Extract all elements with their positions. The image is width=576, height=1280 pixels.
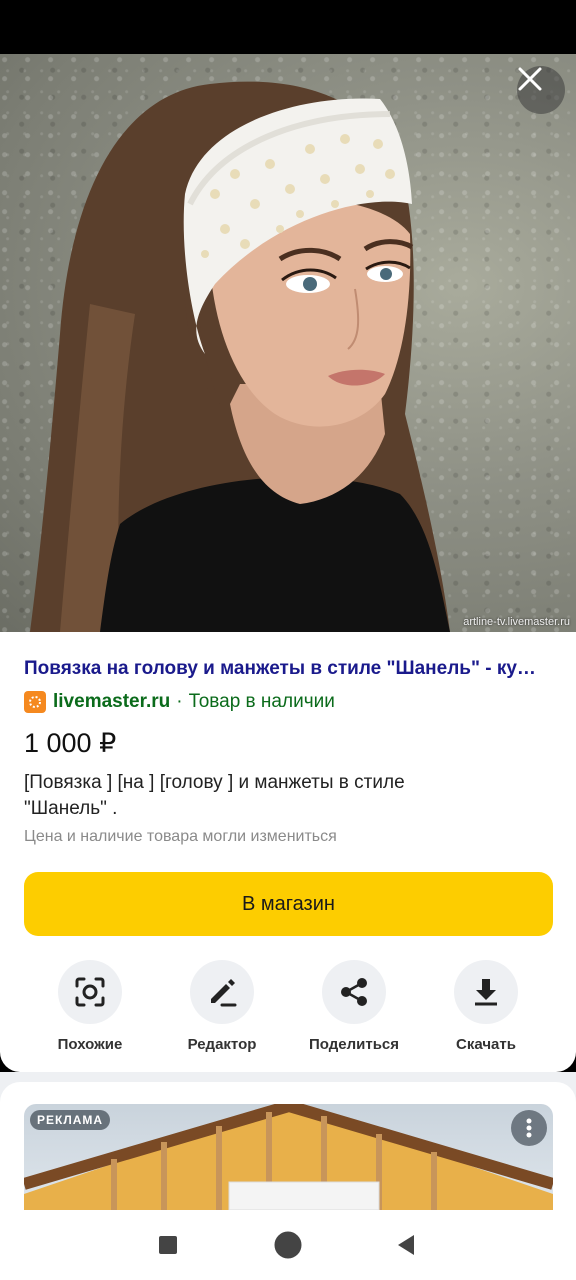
more-vertical-icon	[526, 1118, 532, 1138]
description-line: "Шанель" .	[24, 798, 118, 819]
similar-button[interactable]	[58, 960, 122, 1024]
circle-home-icon	[274, 1231, 302, 1259]
source-domain[interactable]: livemaster.ru	[53, 691, 170, 713]
woman-with-headband-illustration	[30, 81, 450, 632]
download-label: Скачать	[456, 1036, 516, 1053]
source-row[interactable]: livemaster.ru · Товар в наличии	[24, 690, 335, 714]
result-title[interactable]: Повязка на голову и манжеты в стиле "Шан…	[24, 658, 552, 680]
triangle-back-icon	[398, 1235, 414, 1255]
pencil-icon	[211, 979, 237, 1007]
ad-card[interactable]: РЕКЛАМА	[0, 1082, 576, 1210]
livemaster-favicon-icon	[24, 691, 46, 713]
action-row: Похожие Редактор Поделиться Скачать	[24, 960, 552, 1060]
share-action[interactable]: Поделиться	[288, 960, 420, 1053]
download-icon	[475, 979, 497, 1006]
product-photo[interactable]: artline-tv.livemaster.ru	[0, 54, 576, 632]
square-icon	[159, 1236, 177, 1254]
home-button[interactable]	[273, 1230, 303, 1260]
status-bar	[0, 0, 576, 54]
editor-button[interactable]	[190, 960, 254, 1024]
similar-label: Похожие	[57, 1036, 123, 1053]
editor-label: Редактор	[187, 1036, 257, 1053]
share-icon	[341, 978, 367, 1006]
share-button[interactable]	[322, 960, 386, 1024]
go-to-shop-button[interactable]: В магазин	[24, 872, 553, 936]
separator-dot: ·	[176, 691, 183, 712]
ad-badge: РЕКЛАМА	[30, 1110, 111, 1130]
ad-image[interactable]: РЕКЛАМА	[24, 1104, 553, 1210]
description: [Повязка ] [на ] [голову ] и манжеты в с…	[24, 770, 524, 822]
price-notice: Цена и наличие товара могли измениться	[24, 828, 337, 845]
ad-menu-button[interactable]	[511, 1110, 547, 1146]
back-button[interactable]	[391, 1230, 421, 1260]
android-nav-bar	[0, 1210, 576, 1280]
editor-action[interactable]: Редактор	[156, 960, 288, 1053]
close-button[interactable]	[517, 66, 565, 114]
availability-status: Товар в наличии	[188, 691, 335, 712]
photo-watermark: artline-tv.livemaster.ru	[463, 616, 570, 628]
recents-button[interactable]	[153, 1230, 183, 1260]
result-card: Повязка на голову и манжеты в стиле "Шан…	[0, 632, 576, 1072]
download-action[interactable]: Скачать	[420, 960, 552, 1053]
similar-scan-icon	[75, 977, 105, 1007]
close-icon	[518, 67, 542, 91]
price: 1 000 ₽	[24, 728, 117, 758]
share-label: Поделиться	[308, 1036, 400, 1053]
description-line: [Повязка ] [на ] [голову ] и манжеты в с…	[24, 772, 405, 793]
similar-action[interactable]: Похожие	[24, 960, 156, 1053]
download-button[interactable]	[454, 960, 518, 1024]
